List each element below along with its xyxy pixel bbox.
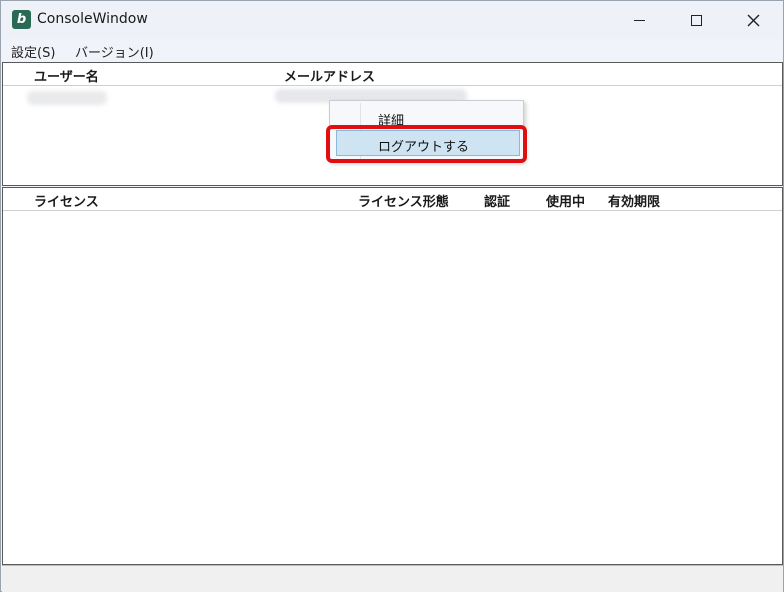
window-title: ConsoleWindow: [37, 11, 148, 27]
menu-settings[interactable]: 設定(S): [11, 42, 55, 61]
column-header-expiry[interactable]: 有効期限: [608, 191, 660, 210]
column-header-authentication[interactable]: 認証: [484, 191, 510, 210]
status-bar: [2, 565, 783, 592]
console-window: b ConsoleWindow 設定(S) バージョン(I) ユーザー名 メール…: [0, 0, 784, 592]
minimize-icon: [633, 19, 645, 21]
maximize-icon: [690, 14, 702, 26]
close-button[interactable]: [724, 1, 782, 39]
license-list-header: ライセンス ライセンス形態 認証 使用中 有効期限: [3, 188, 782, 211]
minimize-button[interactable]: [610, 1, 668, 39]
close-icon: [747, 14, 759, 26]
annotation-highlight-ring: [326, 125, 527, 163]
menu-version[interactable]: バージョン(I): [75, 42, 154, 61]
column-header-username[interactable]: ユーザー名: [34, 66, 99, 85]
column-header-in-use[interactable]: 使用中: [546, 191, 585, 210]
column-header-license-type[interactable]: ライセンス形態: [358, 191, 449, 210]
license-list[interactable]: ライセンス ライセンス形態 認証 使用中 有効期限: [2, 187, 783, 565]
user-row-username-redacted[interactable]: [27, 91, 107, 105]
column-header-email[interactable]: メールアドレス: [284, 66, 375, 85]
column-header-license[interactable]: ライセンス: [34, 191, 99, 210]
title-bar[interactable]: b ConsoleWindow: [1, 1, 783, 39]
user-list-header: ユーザー名 メールアドレス: [3, 63, 782, 86]
app-icon: b: [12, 10, 31, 29]
menu-bar: 設定(S) バージョン(I): [1, 39, 783, 61]
maximize-button[interactable]: [667, 1, 725, 39]
